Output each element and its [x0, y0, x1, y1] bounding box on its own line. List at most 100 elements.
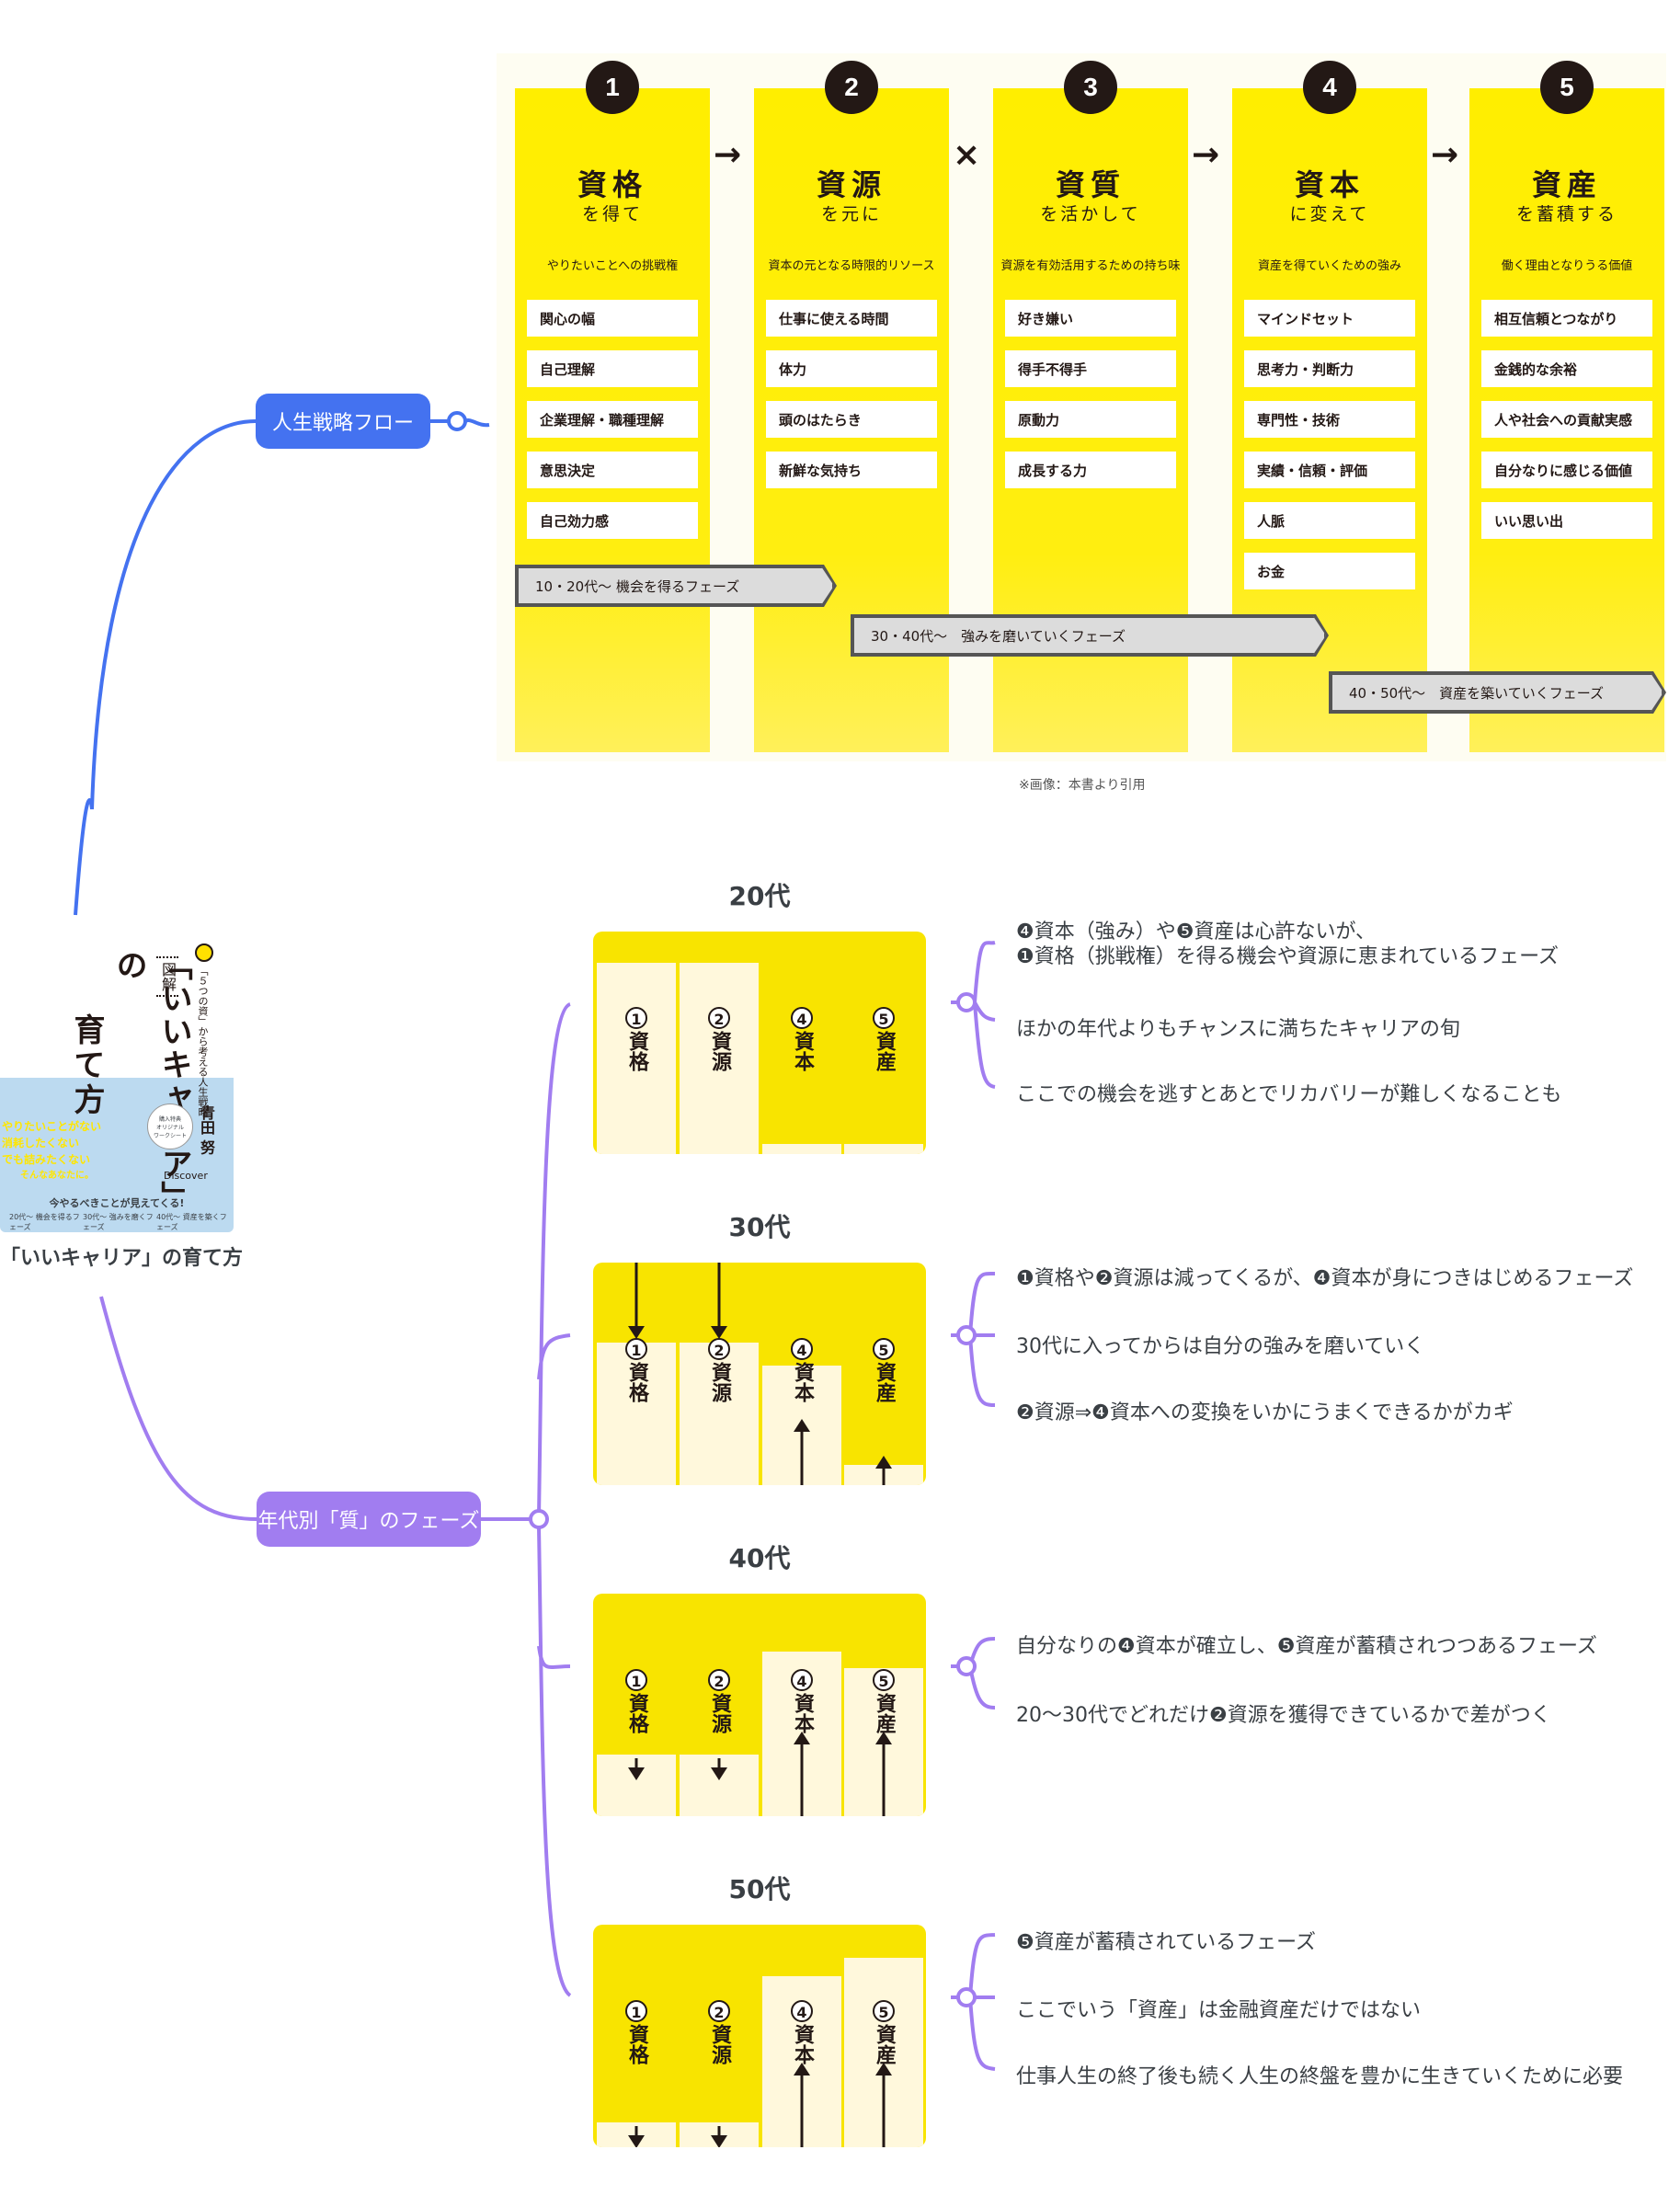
book-author: 青田 努 [198, 1105, 215, 1155]
decade-note[interactable]: ❶資格（挑戦権）を得る機会や資源に恵まれているフェーズ [1016, 940, 1559, 969]
book-phase-strip: 20代〜 機会を得るフェーズ 30代〜 強みを磨くフェーズ 40代〜 資産を築く… [9, 1212, 230, 1232]
connector-root-phase [99, 1296, 257, 1521]
arrow-up-icon [875, 2063, 892, 2147]
step-title: 資本 [1294, 167, 1365, 202]
book-title-main: 「いいキャリア」の [110, 949, 192, 1214]
bar-label: 1 資格 [597, 1007, 676, 1071]
step-item: 仕事に使える時間 [766, 300, 937, 337]
book-phase: 20代〜 機会を得るフェーズ [9, 1213, 80, 1231]
step-item: 人や社会への貢献実感 [1481, 401, 1652, 438]
step-item-list: 関心の幅 自己理解 企業理解・職種理解 意思決定 自己効力感 [527, 300, 698, 553]
arrow-down-icon [628, 1263, 645, 1339]
lightbulb-icon [195, 943, 213, 962]
decade-chart-card: 1 資格 2 資源 4 資本 5 資産 [593, 932, 926, 1154]
life-strategy-flow-image: 1 資格 を得て やりたいことへの挑戦権 関心の幅 自己理解 企業理解・職種理解 意思… [497, 53, 1666, 761]
note-port-20[interactable] [956, 992, 977, 1012]
bonus-line: ワークシート [153, 1133, 187, 1139]
note-port-50[interactable] [956, 1987, 977, 2007]
arrow-right-icon: → [1431, 136, 1459, 174]
book-cover[interactable]: 図解 「いいキャリア」の 育て方 「５つの資」から考える人生戦略 青田 努 購入… [0, 938, 234, 1232]
arrow-up-icon [875, 1456, 892, 1485]
step-item: 意思決定 [527, 452, 698, 488]
arrow-up-icon [875, 1732, 892, 1816]
decade-note[interactable]: 仕事人生の終了後も続く人生の終盤を豊かに生きていくために必要 [1016, 2060, 1623, 2089]
step-item: 金銭的な余裕 [1481, 350, 1652, 387]
step-number-badge: 5 [1540, 61, 1594, 114]
step-description: 資本の元となる時限的リソース [768, 259, 935, 273]
book-publisher-logo: Discover [164, 1170, 208, 1182]
note-port-30[interactable] [956, 1325, 977, 1345]
step-item: マインドセット [1244, 300, 1415, 337]
book-band-text: 今やるべきことが見えてくる! [49, 1197, 185, 1209]
image-caption: ※画像：本書より引用 [1019, 778, 1146, 793]
step-number-badge: 2 [825, 61, 878, 114]
step-title: 資源 [816, 167, 886, 202]
step-subtitle: を元に [820, 204, 882, 224]
step-item-list: 好き嫌い得手不得手原動力成長する力 [1005, 300, 1176, 502]
branch-node-decade-phases[interactable]: 年代別「質」のフェーズ [257, 1492, 481, 1547]
bonus-line: 購入特典 [158, 1116, 181, 1123]
step-item: 得手不得手 [1005, 350, 1176, 387]
bonus-line: オリジナル [155, 1125, 184, 1131]
step-subtitle: に変えて [1289, 204, 1370, 224]
step-item-list: 仕事に使える時間 体力頭のはたらき 新鮮な気持ち [766, 300, 937, 502]
decade-title: 20代 [728, 881, 791, 911]
step-item-list: 相互信頼とつながり 金銭的な余裕 人や社会への貢献実感 自分なりに感じる価値 いい思い出 [1481, 300, 1652, 553]
bar-label: 5 資産 [844, 1007, 923, 1071]
step-subtitle: を蓄積する [1515, 204, 1617, 224]
step-subtitle: を得て [581, 204, 643, 224]
flow-node-port[interactable] [447, 411, 467, 431]
flow-column-1: 1 資格 を得て やりたいことへの挑戦権 関心の幅 自己理解 企業理解・職種理解 意思… [515, 61, 710, 752]
step-item: 新鮮な気持ち [766, 452, 937, 488]
phase-arrow-label: 40・50代〜 資産を築いていくフェーズ [1331, 673, 1663, 712]
decade-note[interactable]: ❷資源⇒❹資本への変換をいかにうまくできるかがカギ [1016, 1396, 1514, 1425]
arrow-right-icon: → [714, 136, 742, 174]
decade-note-brackets [951, 941, 996, 2071]
decade-note[interactable]: ❶資格や❷資源は減ってくるが、❹資本が身につきはじめるフェーズ [1016, 1262, 1633, 1291]
arrow-down-icon [628, 1758, 645, 1780]
step-item: 実績・信頼・評価 [1244, 452, 1415, 488]
decade-note[interactable]: ここでの機会を逃すとあとでリカバリーが難しくなることも [1016, 1078, 1561, 1107]
arrow-up-icon [794, 1419, 810, 1485]
step-item: 成長する力 [1005, 452, 1176, 488]
decade-title: 50代 [728, 1874, 791, 1904]
step-description: 資産を得ていくための強み [1257, 259, 1401, 273]
catch-line: やりたいことがない [2, 1120, 102, 1133]
arrow-down-icon [711, 1263, 727, 1339]
decade-note[interactable]: ほかの年代よりもチャンスに満ちたキャリアの旬 [1016, 1012, 1460, 1042]
decade-title: 30代 [728, 1212, 791, 1242]
step-item: 自己効力感 [527, 502, 698, 539]
bar-number-circle: 4 [791, 1007, 813, 1029]
step-number-badge: 1 [586, 61, 639, 114]
decade-note[interactable]: 20〜30代でどれだけ❷資源を獲得できているかで差がつく [1016, 1698, 1551, 1728]
bar-label-text: 資源 [708, 1031, 731, 1071]
branch-node-life-strategy-flow[interactable]: 人生戦略フロー [256, 394, 430, 449]
root-node-label[interactable]: 「いいキャリア」の育て方 [0, 1241, 243, 1271]
step-item: 頭のはたらき [766, 401, 937, 438]
phase-node-port[interactable] [529, 1509, 549, 1529]
decade-note[interactable]: ここでいう「資産」は金融資産だけではない [1016, 1994, 1421, 2023]
step-number-badge: 3 [1064, 61, 1117, 114]
bar-number-circle: 5 [873, 1007, 895, 1029]
decade-note[interactable]: ❺資産が蓄積されているフェーズ [1016, 1926, 1316, 1955]
step-item: 専門性・技術 [1244, 401, 1415, 438]
decade-note[interactable]: 自分なりの❹資本が確立し、❺資産が蓄積されつつあるフェーズ [1016, 1630, 1597, 1659]
level-bar-資本 [762, 1144, 841, 1154]
connector-root-flow [74, 419, 257, 916]
note-port-40[interactable] [956, 1656, 977, 1676]
step-item: 体力 [766, 350, 937, 387]
step-subtitle: を活かして [1040, 204, 1141, 224]
bar-label: 2 資源 [680, 1007, 759, 1071]
decade-title: 40代 [728, 1543, 791, 1573]
book-phase: 30代〜 強みを磨くフェーズ [83, 1213, 154, 1231]
step-item: 思考力・判断力 [1244, 350, 1415, 387]
bar-label: 4 資本 [762, 1007, 841, 1071]
step-number-badge: 4 [1303, 61, 1356, 114]
bar-label-text: 資本 [791, 1031, 814, 1071]
flow-column-5: 5 資産 を蓄積する 働く理由となりうる価値 相互信頼とつながり 金銭的な余裕 人や… [1469, 61, 1664, 752]
book-phase: 40代〜 資産を築くフェーズ [156, 1213, 227, 1231]
step-item: 原動力 [1005, 401, 1176, 438]
step-item: 好き嫌い [1005, 300, 1176, 337]
connector-phase-trunk [481, 1002, 572, 1997]
decade-note[interactable]: 30代に入ってからは自分の強みを磨いていく [1016, 1330, 1424, 1359]
